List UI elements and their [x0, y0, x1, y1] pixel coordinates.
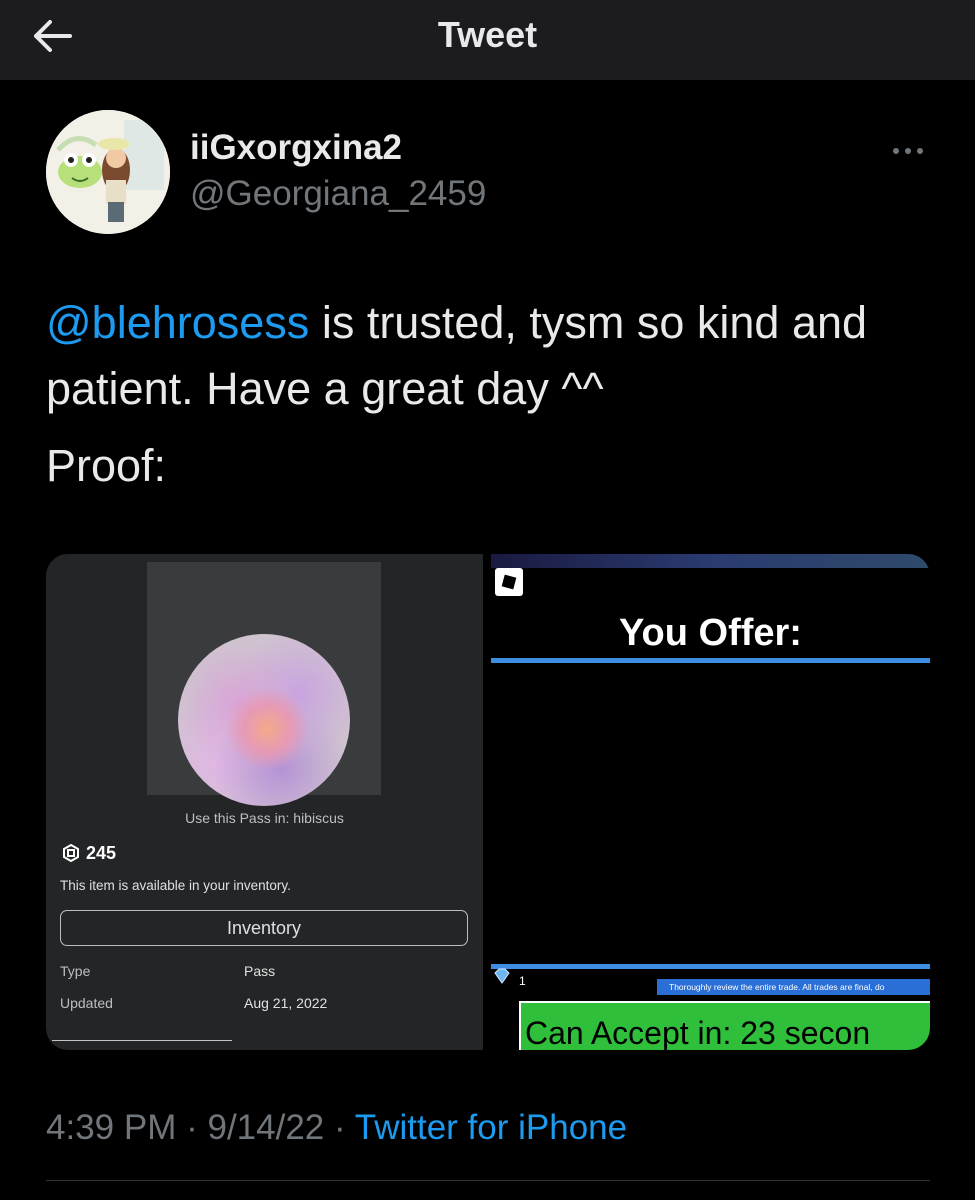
more-options-button[interactable]	[888, 136, 932, 166]
page-title: Tweet	[437, 14, 538, 55]
divider	[52, 1040, 232, 1041]
updated-label: Updated	[60, 995, 113, 1011]
separator: ·	[334, 1108, 346, 1147]
hibiscus-flower-image	[178, 634, 350, 806]
trade-divider	[491, 964, 930, 969]
inventory-button[interactable]: Inventory	[60, 910, 468, 946]
tweet-date: 9/14/22	[207, 1108, 325, 1147]
tweet-timestamp: 4:39 PM · 9/14/22 · Twitter for iPhone	[46, 1108, 627, 1148]
separator: ·	[186, 1108, 198, 1147]
top-nav-bar: Tweet	[0, 0, 975, 80]
tweet-time: 4:39 PM	[46, 1108, 177, 1147]
robux-icon	[63, 844, 79, 862]
pass-usage-text: Use this Pass in: hibiscus	[185, 810, 344, 826]
author-display-name[interactable]: iiGxorgxina2	[190, 128, 402, 168]
gem-icon	[494, 968, 510, 984]
type-value: Pass	[244, 963, 276, 979]
avatar[interactable]	[46, 110, 170, 234]
divider	[46, 1180, 930, 1181]
ellipsis-icon	[893, 148, 923, 154]
roblox-logo-icon	[495, 568, 523, 596]
offer-title: You Offer:	[619, 612, 802, 654]
media-image-trade[interactable]: You Offer: 1 Thoroughly review the entir…	[491, 554, 930, 1050]
author-handle[interactable]: @Georgiana_2459	[190, 174, 486, 214]
avatar-image	[46, 110, 170, 234]
mention-link[interactable]: @blehrosess	[46, 297, 309, 348]
media-grid[interactable]: Use this Pass in: hibiscus 245 This item…	[46, 554, 930, 1050]
media-image-inventory[interactable]: Use this Pass in: hibiscus 245 This item…	[46, 554, 483, 1050]
updated-value: Aug 21, 2022	[244, 995, 328, 1011]
tweet-text: @blehrosess is trusted, tysm so kind and…	[46, 290, 926, 422]
tweet-proof-line: Proof:	[46, 440, 167, 491]
type-label: Type	[60, 963, 91, 979]
tweet-source-link[interactable]: Twitter for iPhone	[355, 1108, 627, 1147]
availability-text: This item is available in your inventory…	[60, 878, 291, 893]
accept-button[interactable]: Can Accept in: 23 secon	[519, 1001, 930, 1050]
offer-divider	[491, 658, 930, 663]
trade-warning: Thoroughly review the entire trade. All …	[657, 979, 930, 995]
gem-count: 1	[519, 974, 526, 988]
item-price: 245	[86, 843, 117, 863]
game-top-strip	[491, 554, 930, 568]
